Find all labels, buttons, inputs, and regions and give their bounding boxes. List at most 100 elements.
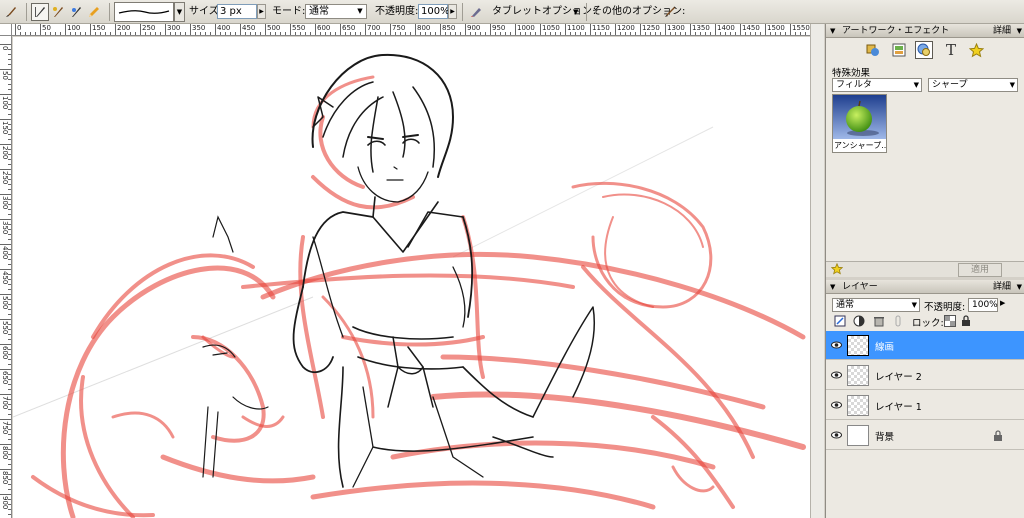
tablet-pen-icon[interactable] <box>467 3 485 21</box>
ruler-minor-tick <box>680 32 681 35</box>
favorite-add-star-icon[interactable] <box>830 262 844 278</box>
size-input[interactable]: 3 px <box>217 4 257 19</box>
ruler-minor-tick <box>245 32 246 35</box>
ruler-label: 250 <box>142 24 156 32</box>
ruler-label: 1100 <box>567 24 585 32</box>
impressionist-brush-icon[interactable] <box>49 3 67 21</box>
ruler-tick <box>340 24 341 35</box>
collapse-triangle-icon[interactable]: ▼ <box>830 24 835 38</box>
ruler-label: 1500 <box>767 24 785 32</box>
pencil-icon[interactable] <box>85 3 103 21</box>
ruler-minor-tick <box>35 32 36 35</box>
ruler-minor-tick <box>110 32 111 35</box>
layers-panel-title: レイヤー <box>842 282 878 292</box>
opacity-slider-arrow[interactable]: ▶ <box>448 4 457 19</box>
ruler-minor-tick <box>195 32 196 35</box>
layer-row-layer-1[interactable]: レイヤー 1 <box>826 391 1024 420</box>
tool-options-bar: ▼ サイズ: 3 px ▶ モード: 通常 ▼ 不透明度: 100% ▶ タブレ… <box>0 0 1024 24</box>
ruler-minor-tick <box>205 32 206 35</box>
opacity-input[interactable]: 100% <box>418 4 450 19</box>
visibility-eye-icon[interactable] <box>831 370 842 380</box>
ruler-tick <box>515 24 516 35</box>
ruler-minor-tick <box>175 32 176 35</box>
artwork-more-button[interactable]: 詳細 <box>993 24 1011 38</box>
visibility-eye-icon[interactable] <box>831 340 842 350</box>
opacity-slider-arrow[interactable]: ▶ <box>1000 299 1005 307</box>
brush-tool-icon[interactable] <box>31 3 49 21</box>
ruler-tick <box>0 69 11 70</box>
more-chevron-icon[interactable]: ▼ <box>1017 24 1022 38</box>
layer-row-lineart[interactable]: 線画 <box>826 331 1024 360</box>
ruler-minor-tick <box>670 32 671 35</box>
ruler-label: 450 <box>1 271 9 285</box>
photo-editor-window: ▼ サイズ: 3 px ▶ モード: 通常 ▼ 不透明度: 100% ▶ タブレ… <box>0 0 1024 518</box>
effect-category-dropdown[interactable]: フィルタ ▼ <box>832 78 922 92</box>
canvas-vertical-scrollbar[interactable] <box>810 24 824 518</box>
ruler-minor-tick <box>60 32 61 35</box>
new-layer-icon[interactable] <box>834 315 846 330</box>
artwork-effects-panel-header[interactable]: ▼ アートワーク・エフェクト 詳細 ▼ <box>826 24 1024 38</box>
delete-layer-trash-icon[interactable] <box>873 315 885 330</box>
layers-more-button[interactable]: 詳細 <box>993 280 1011 294</box>
brush-icon[interactable] <box>2 3 20 21</box>
brush-preset-dropdown-arrow[interactable]: ▼ <box>174 2 185 22</box>
lock-transparency-icon[interactable] <box>944 315 956 330</box>
ruler-tick <box>490 24 491 35</box>
layer-row-layer-2[interactable]: レイヤー 2 <box>826 361 1024 390</box>
layers-panel-header[interactable]: ▼ レイヤー 詳細 ▼ <box>826 280 1024 294</box>
ruler-label: 1000 <box>517 24 535 32</box>
artwork-special-graphics-icon[interactable] <box>864 41 882 59</box>
ruler-label: 300 <box>1 196 9 210</box>
ruler-tick <box>15 24 16 35</box>
favorites-star-icon[interactable] <box>967 41 985 59</box>
layer-opacity-input[interactable]: 100% <box>968 298 998 312</box>
visibility-eye-icon[interactable] <box>831 400 842 410</box>
special-effects-icon[interactable] <box>915 41 933 59</box>
layer-row-background[interactable]: 背景 <box>826 421 1024 450</box>
ruler-minor-tick <box>575 32 576 35</box>
ruler-minor-tick <box>295 32 296 35</box>
chevron-down-icon: ▼ <box>911 301 917 309</box>
size-slider-arrow[interactable]: ▶ <box>257 4 266 19</box>
adjustment-layer-icon[interactable] <box>853 315 865 330</box>
ruler-minor-tick <box>600 32 601 35</box>
color-replacement-icon[interactable] <box>67 3 85 21</box>
drawing-canvas[interactable] <box>13 37 810 518</box>
visibility-eye-icon[interactable] <box>831 430 842 440</box>
ruler-minor-tick <box>8 414 11 415</box>
ruler-tick <box>0 294 11 295</box>
ruler-minor-tick <box>25 32 26 35</box>
ruler-minor-tick <box>535 32 536 35</box>
ruler-label: 400 <box>217 24 231 32</box>
mode-dropdown[interactable]: 通常 ▼ <box>305 4 367 19</box>
filter-subcategory-dropdown[interactable]: シャープ ▼ <box>928 78 1018 92</box>
text-effects-icon[interactable]: T <box>942 41 960 59</box>
more-chevron-icon[interactable]: ▼ <box>1017 280 1022 294</box>
ruler-tick <box>0 444 11 445</box>
ruler-label: 800 <box>1 446 9 460</box>
panel-bin: ▼ アートワーク・エフェクト 詳細 ▼ T 特殊効果 フィルタ ▼ シャープ ▼… <box>825 24 1024 518</box>
ruler-tick <box>0 469 11 470</box>
layer-name: 背景 <box>875 432 895 443</box>
blend-mode-dropdown[interactable]: 通常 ▼ <box>832 298 920 312</box>
brush-stroke-preview[interactable] <box>114 2 174 22</box>
ruler-tick <box>240 24 241 35</box>
ruler-minor-tick <box>325 32 326 35</box>
themes-icon[interactable] <box>890 41 908 59</box>
link-layers-icon[interactable] <box>892 315 904 330</box>
tablet-options-chevron-icon[interactable]: ▼ <box>573 6 578 18</box>
brush-tool-preset[interactable] <box>2 3 20 21</box>
ruler-tick <box>465 24 466 35</box>
brush-options-icon[interactable] <box>661 3 679 21</box>
ruler-label: 1150 <box>592 24 610 32</box>
lock-all-icon[interactable] <box>960 315 972 330</box>
unsharp-mask-filter-thumbnail[interactable]: アンシャープ... <box>832 94 887 153</box>
collapse-triangle-icon[interactable]: ▼ <box>830 280 835 294</box>
ruler-minor-tick <box>80 32 81 35</box>
ruler-minor-tick <box>220 32 221 35</box>
apply-button[interactable]: 適用 <box>958 263 1002 277</box>
ruler-label: 900 <box>1 496 9 510</box>
ruler-tick <box>0 269 11 270</box>
ruler-label: 650 <box>342 24 356 32</box>
ruler-minor-tick <box>8 64 11 65</box>
